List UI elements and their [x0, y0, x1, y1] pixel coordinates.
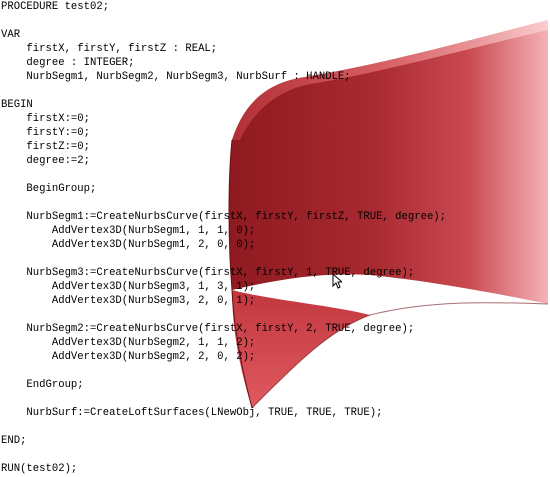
code-line: AddVertex3D(NurbSegm1, 2, 0, 0); [1, 239, 256, 251]
code-line: NurbSegm1:=CreateNurbsCurve(firstX, firs… [1, 211, 447, 223]
code-line: firstZ:=0; [1, 141, 91, 153]
code-line: PROCEDURE test02; [1, 1, 110, 13]
code-line: degree : INTEGER; [1, 57, 135, 69]
code-line: AddVertex3D(NurbSegm2, 2, 0, 2); [1, 351, 256, 363]
code-line: VAR [1, 29, 21, 41]
script-editor[interactable]: PROCEDURE test02; VAR firstX, firstY, fi… [0, 0, 550, 477]
code-line: BEGIN [1, 99, 33, 111]
mouse-pointer-icon [332, 273, 342, 289]
code-line: BeginGroup; [1, 183, 97, 195]
code-line: firstY:=0; [1, 127, 91, 139]
code-line: NurbSegm3:=CreateNurbsCurve(firstX, firs… [1, 267, 415, 279]
code-line: END; [1, 435, 27, 447]
code-line: AddVertex3D(NurbSegm3, 2, 0, 1); [1, 295, 256, 307]
code-line: AddVertex3D(NurbSegm3, 1, 3, 1); [1, 281, 256, 293]
code-line: AddVertex3D(NurbSegm2, 1, 1, 2); [1, 337, 256, 349]
code-line: EndGroup; [1, 379, 84, 391]
code-line: AddVertex3D(NurbSegm1, 1, 1, 0); [1, 225, 256, 237]
code-line: NurbSegm1, NurbSegm2, NurbSegm3, NurbSur… [1, 71, 351, 83]
code-line: degree:=2; [1, 155, 91, 167]
code-line: NurbSurf:=CreateLoftSurfaces(LNewObj, TR… [1, 407, 383, 419]
code-line: RUN(test02); [1, 463, 78, 475]
code-line: firstX:=0; [1, 113, 91, 125]
code-line: NurbSegm2:=CreateNurbsCurve(firstX, firs… [1, 323, 415, 335]
code-line: firstX, firstY, firstZ : REAL; [1, 43, 218, 55]
